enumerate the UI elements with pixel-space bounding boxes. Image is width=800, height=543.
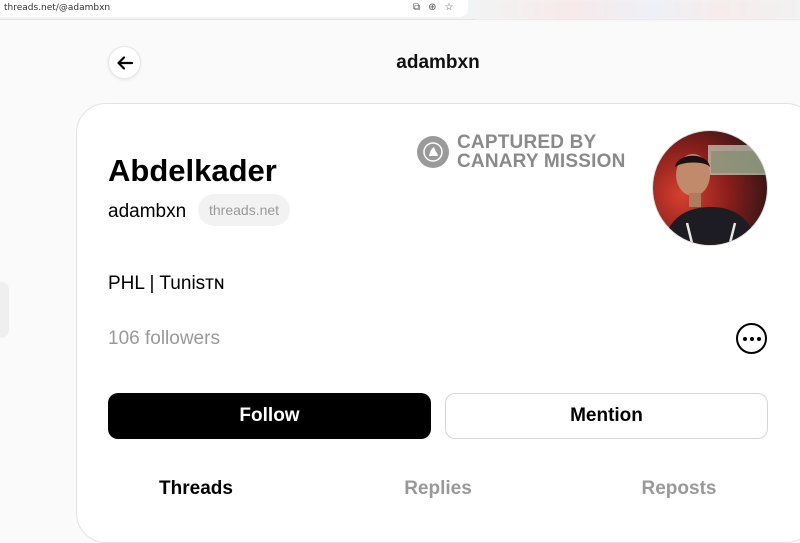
tab-replies[interactable]: Replies — [338, 478, 538, 500]
watermark-line1: CAPTURED BY — [457, 132, 597, 153]
more-options-button[interactable] — [736, 323, 767, 354]
back-button[interactable] — [108, 46, 141, 79]
open-in-app-icon[interactable]: ⧉ — [413, 1, 420, 15]
address-bar[interactable]: threads.net/@adambxn ⧉ ⊕ ☆ — [0, 0, 468, 17]
zoom-icon[interactable]: ⊕ — [428, 1, 436, 15]
page-title: adambxn — [396, 52, 480, 73]
profile-username: adambxn — [108, 201, 187, 222]
followers-count[interactable]: 106 followers — [108, 328, 220, 350]
more-horizontal-icon — [742, 336, 761, 341]
extensions-area — [475, 0, 800, 20]
mention-button[interactable]: Mention — [445, 393, 768, 439]
profile-bio: PHL | Tunisᴛɴ — [108, 273, 225, 294]
canary-seal-icon — [417, 136, 449, 168]
avatar[interactable] — [652, 130, 768, 246]
star-icon[interactable]: ☆ — [445, 1, 454, 15]
watermark-line2: CANARY MISSION — [457, 151, 626, 172]
arrow-left-icon — [116, 55, 133, 70]
url-text[interactable]: threads.net/@adambxn — [4, 3, 110, 13]
profile-display-name: Abdelkader — [108, 153, 277, 188]
follow-button[interactable]: Follow — [108, 393, 431, 439]
tab-reposts[interactable]: Reposts — [579, 478, 779, 500]
watermark: CAPTURED BY CANARY MISSION — [417, 133, 626, 171]
domain-chip[interactable]: threads.net — [198, 194, 291, 226]
tab-threads[interactable]: Threads — [96, 478, 296, 500]
browser-bar: threads.net/@adambxn ⧉ ⊕ ☆ — [0, 0, 800, 20]
side-panel-handle[interactable] — [0, 282, 9, 338]
